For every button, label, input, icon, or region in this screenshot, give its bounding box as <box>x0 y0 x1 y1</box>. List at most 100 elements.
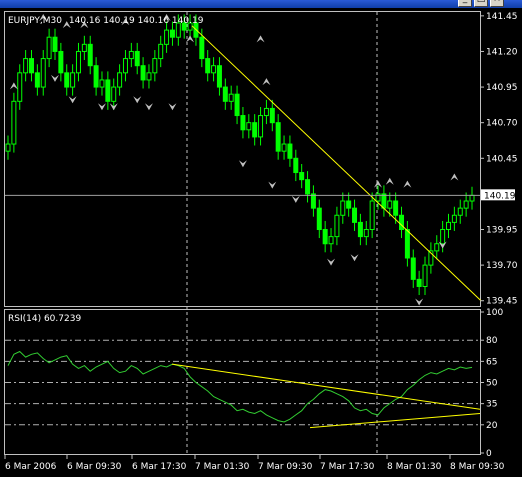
candle-body <box>23 58 29 74</box>
candle-body <box>17 72 23 102</box>
candle <box>152 50 158 82</box>
rsi-tick-label: 65 <box>486 357 497 367</box>
candle-body <box>28 58 34 74</box>
candle-body <box>352 207 358 223</box>
candle-body <box>334 214 340 238</box>
candle <box>117 64 123 96</box>
candle-body <box>99 79 105 88</box>
candle-body <box>111 86 117 102</box>
fractal-down-marker <box>350 254 359 262</box>
fractal-down-marker <box>168 103 177 111</box>
candle-body <box>122 58 128 74</box>
candle-body <box>252 122 258 138</box>
candle-body <box>310 193 316 209</box>
window-titlebar: _ □ × <box>0 0 522 8</box>
candle-body <box>46 36 52 60</box>
candle <box>64 64 70 96</box>
candle-body <box>316 207 322 231</box>
candle-body <box>164 29 170 45</box>
candle <box>158 35 164 68</box>
candle-body <box>93 65 99 88</box>
rsi-trendline <box>171 363 481 410</box>
candle-body <box>346 200 352 209</box>
candle-body <box>410 257 416 280</box>
fractal-down-marker <box>268 181 277 189</box>
fractal-up-marker <box>385 177 394 185</box>
candle <box>422 256 428 296</box>
maximize-button[interactable]: □ <box>474 0 488 7</box>
candle <box>216 57 222 96</box>
candle <box>93 57 99 96</box>
candle-body <box>58 50 64 74</box>
fractal-down-marker <box>291 195 300 203</box>
time-tick-label: 8 Mar 09:30 <box>450 462 505 472</box>
fractal-down-marker <box>415 298 424 306</box>
candle-body <box>446 221 452 231</box>
rsi-tick-label: 35 <box>486 400 497 410</box>
candle <box>211 57 217 82</box>
candle-body <box>416 278 422 287</box>
candle-body <box>275 122 281 152</box>
fractal-down-marker <box>238 160 247 168</box>
candle <box>23 50 29 82</box>
candle <box>81 35 87 61</box>
candle <box>70 64 76 96</box>
candle-body <box>281 143 287 152</box>
rsi-tick-label: 80 <box>486 336 498 346</box>
candle-body <box>222 86 228 102</box>
candle <box>416 270 422 296</box>
price-tick-label: 139.45 <box>486 297 518 307</box>
candle <box>322 220 328 253</box>
candle <box>263 99 269 125</box>
candle <box>75 42 81 82</box>
candle-body <box>399 214 405 231</box>
candle-body <box>211 65 217 74</box>
candle <box>105 71 111 110</box>
candle <box>305 171 311 203</box>
candle <box>346 192 352 217</box>
candle-body <box>369 200 375 231</box>
candle <box>269 99 275 132</box>
time-tick-label: 7 Mar 09:30 <box>258 462 313 472</box>
candle <box>434 235 440 260</box>
price-axis: 141.45 141.20 140.95 140.70 140.45 139.95 139.… <box>480 12 518 307</box>
candle-body <box>117 72 123 88</box>
candle-body <box>422 264 428 287</box>
candlesticks <box>5 14 475 296</box>
candle <box>252 114 258 146</box>
candle-body <box>469 194 475 202</box>
candle <box>222 78 228 110</box>
price-trendlines <box>191 25 482 302</box>
candle-body <box>134 50 140 67</box>
candle-body <box>340 200 346 216</box>
rsi-level-lines <box>5 339 480 426</box>
candle-body <box>322 229 328 245</box>
rsi-tick-label: 50 <box>486 379 498 389</box>
minimize-button[interactable]: _ <box>458 0 472 7</box>
candle-body <box>40 58 46 88</box>
candle-body <box>234 93 240 117</box>
candle <box>140 57 146 89</box>
candle <box>340 192 346 224</box>
candle <box>328 228 334 253</box>
price-tick-label: 139.95 <box>486 226 518 236</box>
candle <box>17 64 23 110</box>
candle-body <box>87 43 93 67</box>
candle-body <box>158 43 164 60</box>
price-tick-label: 140.45 <box>486 154 518 164</box>
candle-body <box>440 229 446 245</box>
candle-body <box>258 115 264 138</box>
rsi-line <box>7 350 473 423</box>
candle <box>399 206 405 239</box>
close-button[interactable]: × <box>490 0 504 7</box>
fractal-down-marker <box>68 96 77 104</box>
fractal-up-marker <box>256 35 265 43</box>
candle <box>128 42 134 68</box>
candle-body <box>463 200 469 209</box>
candle <box>299 163 305 189</box>
candle <box>446 213 452 239</box>
candle-body <box>299 172 305 181</box>
rsi-tick-label: 20 <box>486 421 498 431</box>
price-panel-header: EURJPY,M30 140.16 140.19 140.16 140.19 <box>8 16 204 26</box>
candle <box>99 71 105 96</box>
